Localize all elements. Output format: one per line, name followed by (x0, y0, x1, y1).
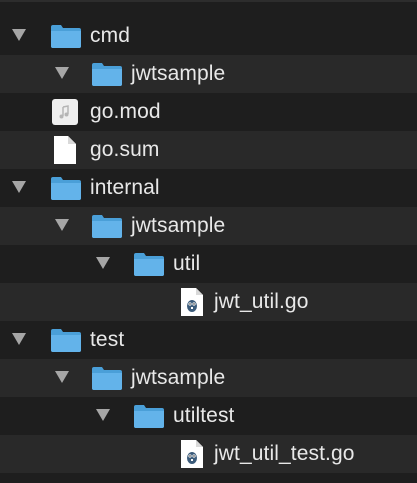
tree-item-label: util (173, 252, 201, 275)
tree-row-jwtsample[interactable]: jwtsample (0, 55, 417, 93)
folder-icon (91, 365, 123, 396)
folder-icon (133, 403, 165, 434)
disclosure-triangle-icon[interactable] (12, 181, 26, 193)
tree-row-test[interactable]: test (0, 321, 417, 359)
tree-row-go-sum[interactable]: go.sum (0, 131, 417, 169)
tree-row-go-mod[interactable]: go.mod (0, 93, 417, 131)
file-tree: cmd jwtsample go.mod go.sum internal jwt… (0, 0, 417, 483)
tree-item-label: jwt_util.go (214, 290, 309, 313)
tree-item-label: test (90, 328, 125, 351)
folder-icon (91, 213, 123, 244)
tree-item-label: jwtsample (131, 214, 226, 237)
document-icon (53, 135, 77, 170)
tree-item-label: jwt_util_test.go (214, 442, 355, 465)
folder-icon (133, 251, 165, 282)
disclosure-triangle-icon[interactable] (55, 67, 69, 79)
disclosure-triangle-icon[interactable] (12, 29, 26, 41)
disclosure-triangle-icon[interactable] (55, 219, 69, 231)
top-divider (0, 0, 417, 2)
tree-row-jwtsample[interactable]: jwtsample (0, 359, 417, 397)
tree-item-label: go.sum (90, 138, 160, 161)
folder-icon (50, 327, 82, 358)
tree-row-cmd[interactable]: cmd (0, 17, 417, 55)
tree-item-label: jwtsample (131, 366, 226, 389)
disclosure-triangle-icon[interactable] (96, 257, 110, 269)
tree-row-jwt-util-go[interactable]: jwt_util.go (0, 283, 417, 321)
folder-icon (50, 23, 82, 54)
tree-row-util[interactable]: util (0, 245, 417, 283)
go-gopher-file-icon (180, 287, 204, 322)
tree-row-jwtsample[interactable]: jwtsample (0, 207, 417, 245)
tree-item-label: internal (90, 176, 160, 199)
tree-row-utiltest[interactable]: utiltest (0, 397, 417, 435)
disclosure-triangle-icon[interactable] (12, 333, 26, 345)
audio-file-icon (51, 98, 79, 131)
tree-item-label: jwtsample (131, 62, 226, 85)
tree-item-label: go.mod (90, 100, 161, 123)
go-gopher-file-icon (180, 439, 204, 474)
folder-icon (50, 175, 82, 206)
tree-item-label: cmd (90, 24, 130, 47)
disclosure-triangle-icon[interactable] (55, 371, 69, 383)
tree-row-internal[interactable]: internal (0, 169, 417, 207)
tree-item-label: utiltest (173, 404, 235, 427)
tree-row-jwt-util-test-go[interactable]: jwt_util_test.go (0, 435, 417, 473)
folder-icon (91, 61, 123, 92)
disclosure-triangle-icon[interactable] (96, 409, 110, 421)
